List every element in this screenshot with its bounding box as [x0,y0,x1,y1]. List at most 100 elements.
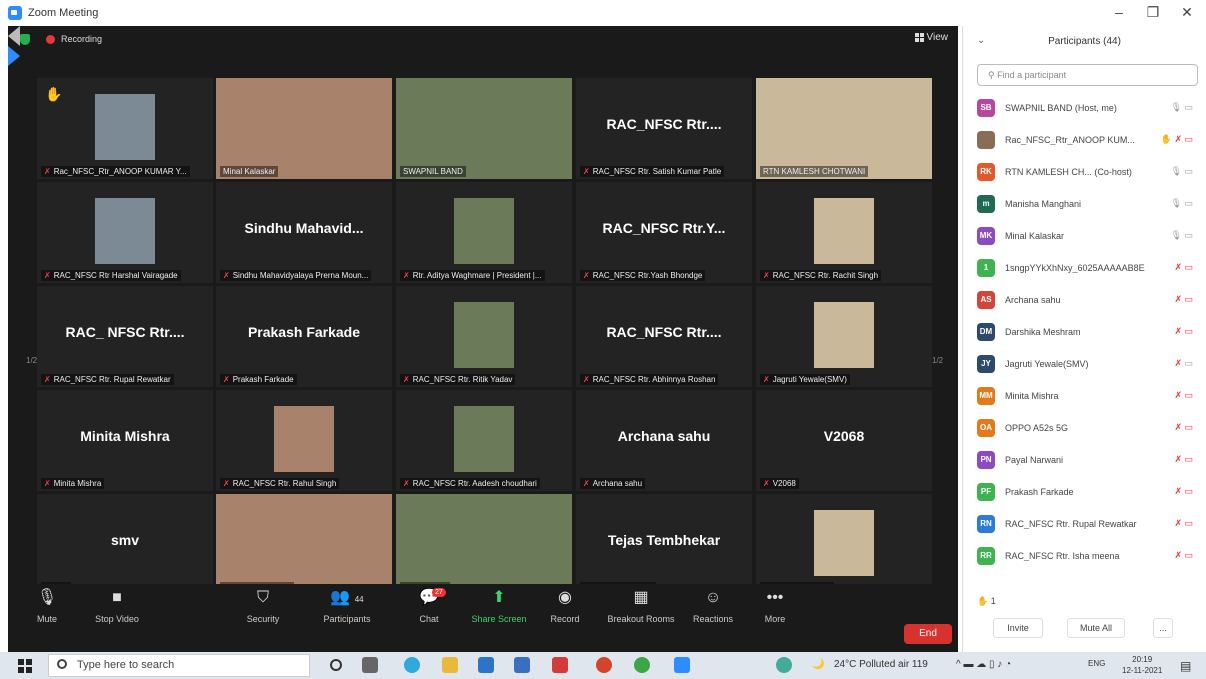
zoom-taskbar-icon[interactable] [674,657,690,673]
participant-video-tile[interactable]: ✗ Jagruti Yewale(SMV) [756,286,932,387]
participant-row[interactable]: RK RTN KAMLESH CH... (Co-host) 🎙 ▭ [963,156,1206,188]
mute-all-button[interactable]: Mute All [1067,618,1125,638]
search-icon: ⚲ [988,70,998,80]
app-red-icon[interactable] [552,657,568,673]
participant-row[interactable]: RN RAC_NFSC Rtr. Rupal Rewatkar ✗ ▭ [963,508,1206,540]
recording-label[interactable]: Recording [61,34,102,44]
participant-name: Prakash Farkade [1005,487,1074,497]
close-button[interactable]: ✕ [1172,4,1202,21]
participant-video-tile[interactable]: smv✗smv [37,494,213,595]
participant-video-tile[interactable]: Prakash Farkade ✗ Prakash Farkade [216,286,392,387]
participant-video-tile[interactable]: Manisha Manghani [216,494,392,595]
panel-more-button[interactable]: ... [1153,618,1173,638]
cortana-icon[interactable] [330,659,342,671]
participant-row[interactable]: RR RAC_NFSC Rtr. Isha meena ✗ ▭ [963,540,1206,572]
weather-text[interactable]: 24°C Polluted air 119 [834,659,928,670]
tile-name-text: Archana sahu [592,479,643,488]
participant-video-tile[interactable]: ✗ RAC_NFSC Rtr Harshal Vairagade [37,182,213,283]
participant-row[interactable]: Rac_NFSC_Rtr_ANOOP KUM... ✋ ✗ ▭ [963,124,1206,156]
chevron-down-icon[interactable]: ⌄ [977,35,985,46]
avatar: MK [977,227,995,245]
participant-status-icons: ✗ ▭ [1174,262,1193,272]
end-meeting-button[interactable]: End [904,624,952,644]
breakout-rooms-button[interactable]: ▦ Breakout Rooms [606,588,676,624]
app-green-icon[interactable] [776,657,792,673]
participant-video-tile[interactable]: V2068 ✗ V2068 [756,390,932,491]
windows-start-icon[interactable] [18,659,32,673]
participants-panel-footer: ✋ 1 Invite Mute All ... [963,596,1206,652]
participant-video-tile[interactable]: Minal Kalaskar [216,78,392,179]
participant-video-tile[interactable]: ✗ Rtr. Aditya Waghmare | President |... [396,182,572,283]
minimize-button[interactable]: – [1104,4,1134,20]
maximize-button[interactable]: ❐ [1138,4,1168,21]
participant-row[interactable]: MM Minita Mishra ✗ ▭ [963,380,1206,412]
tile-display-name: V2068 [823,428,865,444]
notification-icon[interactable]: ▤ [1180,659,1191,673]
participant-video-tile[interactable]: ✗ RAC_NFSC Rtr. Rachit Singh [756,182,932,283]
participant-search-input[interactable]: ⚲ Find a participant [977,64,1198,86]
participant-video-tile[interactable]: SWAPNIL BAND [396,78,572,179]
participant-video-tile[interactable]: RAC_NFSC Rtr.... ✗ RAC_NFSC Rtr. Satish Ku… [576,78,752,179]
participant-video-tile[interactable]: Archana sahu ✗ Archana sahu [576,390,752,491]
participant-video-tile[interactable]: Minita Mishra ✗ Minita Mishra [37,390,213,491]
taskbar-search-placeholder: Type here to search [77,659,175,671]
tile-name-label: ✗ Archana sahu [580,478,646,489]
muted-mic-icon: ✗ [223,479,230,488]
participant-row[interactable]: DM Darshika Meshram ✗ ▭ [963,316,1206,348]
participant-status-icons: 🎙 ▭ [1170,102,1193,112]
tile-name-text: Jagruti Yewale(SMV) [772,375,847,384]
participant-video-tile[interactable]: ✗ RAC_NFSC Rtr. Aadesh choudhari [396,390,572,491]
record-button[interactable]: ◉ Record [530,588,600,624]
reactions-smiley-icon: ☺ [704,589,722,606]
participant-video-tile[interactable]: Tejas Tembhekar✗Tejas Tembhekar [576,494,752,595]
tile-name-text: RAC_NFSC Rtr. Aadesh choudhari [412,479,537,488]
chat-button[interactable]: 💬 27 Chat [394,588,464,624]
invite-button[interactable]: Invite [993,618,1043,638]
participant-video-tile[interactable]: RAC_ NFSC Rtr.... ✗ RAC_NFSC Rtr. Rupal Re… [37,286,213,387]
mail-icon[interactable] [478,657,494,673]
participant-row[interactable]: MK Minal Kalaskar 🎙 ▭ [963,220,1206,252]
participant-video-tile[interactable]: ✗ RAC_NFSC Rtr. Ritik Yadav [396,286,572,387]
participant-row[interactable]: JY Jagruti Yewale(SMV) ✗ ▭ [963,348,1206,380]
tile-display-name: Minita Mishra [80,428,170,444]
participant-row[interactable]: AS Archana sahu ✗ ▭ [963,284,1206,316]
security-shield-icon[interactable] [20,33,30,45]
muted-mic-icon: ✗ [403,479,410,488]
powerpoint-icon[interactable] [596,657,612,673]
language-indicator[interactable]: ENG [1088,659,1105,668]
taskbar-search-input[interactable]: Type here to search [48,654,310,677]
mute-label: Mute [36,614,57,624]
participants-button[interactable]: 👥 44 Participants [312,588,382,624]
participant-row[interactable]: OA OPPO A52s 5G ✗ ▭ [963,412,1206,444]
participant-video-tile[interactable]: RTN KAMLESH CHOTWANI [756,78,932,179]
stop-video-button[interactable]: ■ Stop Video [82,588,152,624]
system-tray-icons[interactable]: ^ ▬ ☁ ▯ ♪ ◔ [956,659,1011,670]
mute-button[interactable]: 🎙 Mute [12,588,82,624]
view-button[interactable]: View [914,32,948,43]
reactions-button[interactable]: ☺ Reactions [678,588,748,624]
participant-row[interactable]: 1 1sngpYYkXhNxy_6025AAAAAB8E... ✗ ▭ [963,252,1206,284]
participant-row[interactable]: m Manisha Manghani 🎙 ▭ [963,188,1206,220]
participant-row[interactable]: PF Prakash Farkade ✗ ▭ [963,476,1206,508]
participant-row[interactable]: PN Payal Narwani ✗ ▭ [963,444,1206,476]
chrome-icon[interactable] [634,657,650,673]
participant-video-tile[interactable]: ✗vivo 1904 [396,494,572,595]
participant-video-tile[interactable]: ✗ RAC_NFSC Rtr. Rahul Singh [216,390,392,491]
participant-video-tile[interactable]: RAC_NFSC Rtr.... ✗ RAC_NFSC Rtr. Abhinnya … [576,286,752,387]
file-explorer-icon[interactable] [442,657,458,673]
edge-browser-icon[interactable] [404,657,420,673]
participant-video-tile[interactable]: ✗tejaswini Partele [756,494,932,595]
more-button[interactable]: ••• More [740,588,810,624]
task-view-icon[interactable] [362,657,378,673]
security-button[interactable]: ⛉ Security [228,588,298,624]
breakout-rooms-icon: ▦ [633,589,649,606]
participant-row[interactable]: SB SWAPNIL BAND (Host, me) 🎙 ▭ [963,92,1206,124]
participant-video-tile[interactable]: RAC_NFSC Rtr.Y... ✗ RAC_NFSC Rtr.Yash Bhon… [576,182,752,283]
share-screen-button[interactable]: ⬆ Share Screen [464,588,534,624]
participant-video-tile[interactable]: ✋ ✗ Rac_NFSC_Rtr_ANOOP KUMAR Y... [37,78,213,179]
taskbar-clock[interactable]: 20:19 12-11-2021 [1122,654,1162,676]
avatar: PN [977,451,995,469]
tile-name-label: ✗ RAC_NFSC Rtr. Aadesh choudhari [400,478,540,489]
participant-video-tile[interactable]: Sindhu Mahavid... ✗ Sindhu Mahavidyalaya P… [216,182,392,283]
store-icon[interactable] [514,657,530,673]
